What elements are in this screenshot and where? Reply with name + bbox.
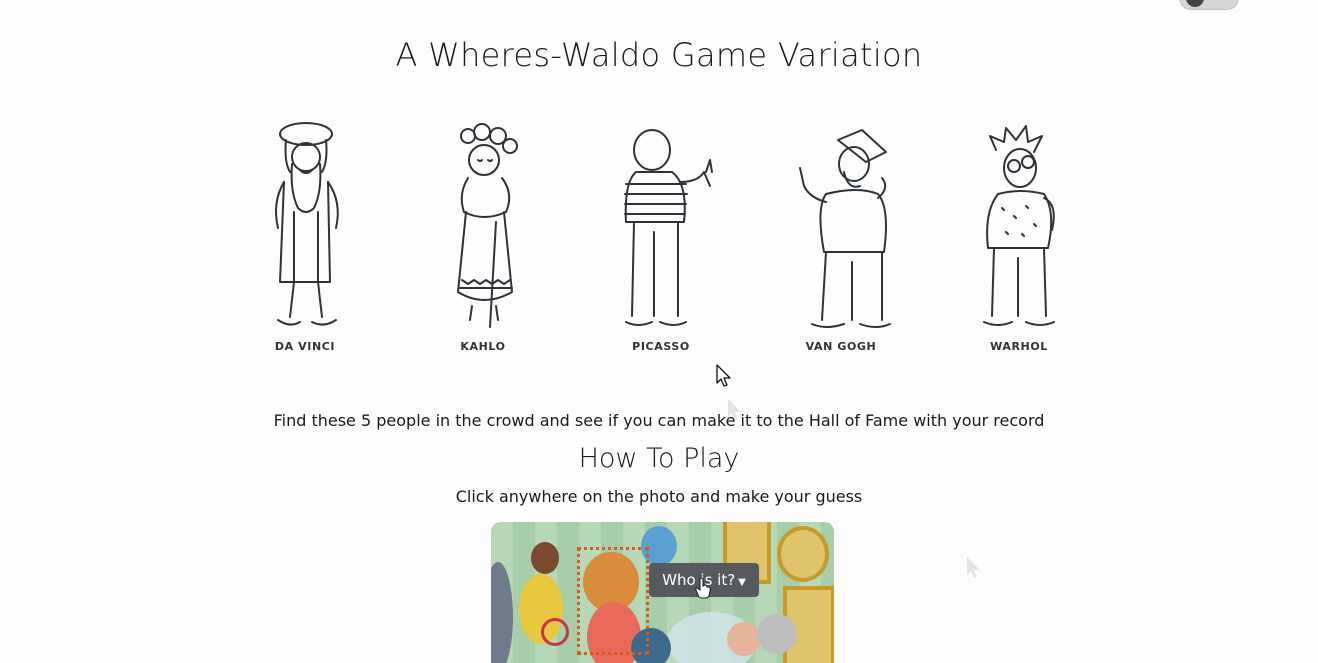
caret-down-icon: ▼ [738,577,746,588]
kahlo-illustration [457,123,518,328]
character-name: KAHLO [460,340,506,353]
da-vinci-illustration [275,122,339,326]
toggle-switch-icon [1186,0,1204,7]
crowd-person [727,622,761,656]
page-title: A Wheres-Waldo Game Variation [395,36,923,74]
character-name: WARHOL [990,340,1048,353]
how-to-play-heading: How To Play [578,443,740,474]
warhol-illustration [983,125,1055,326]
picasso-illustration [624,129,713,326]
character-van-gogh: VAN GOGH [786,112,896,357]
theme-toggle[interactable] [1179,0,1239,10]
character-name: DA VINCI [274,340,336,353]
hand-pointer-icon [695,577,711,599]
character-lineup: DA VINCI KAHLO PICASSO VAN GOGH WARHOL [250,112,1070,362]
character-warhol: WARHOL [964,112,1074,357]
crowd-photo[interactable]: Who is it? ▼ [491,522,834,663]
game-tagline: Find these 5 people in the crowd and see… [273,411,1045,430]
van-gogh-illustration [799,129,891,328]
character-kahlo: KAHLO [428,112,538,357]
crowd-person [531,542,559,574]
guess-target-box [577,547,649,655]
character-name: VAN GOGH [805,340,877,353]
ghost-cursor-icon [967,557,980,578]
crowd-person [541,618,569,646]
crowd-person [757,614,797,654]
painting-frame [777,526,829,582]
character-da-vinci: DA VINCI [250,112,360,357]
arrow-cursor-icon [716,364,731,387]
character-name: PICASSO [632,340,690,353]
character-picasso: PICASSO [606,112,716,357]
how-to-play-instructions: Click anywhere on the photo and make you… [455,487,863,506]
